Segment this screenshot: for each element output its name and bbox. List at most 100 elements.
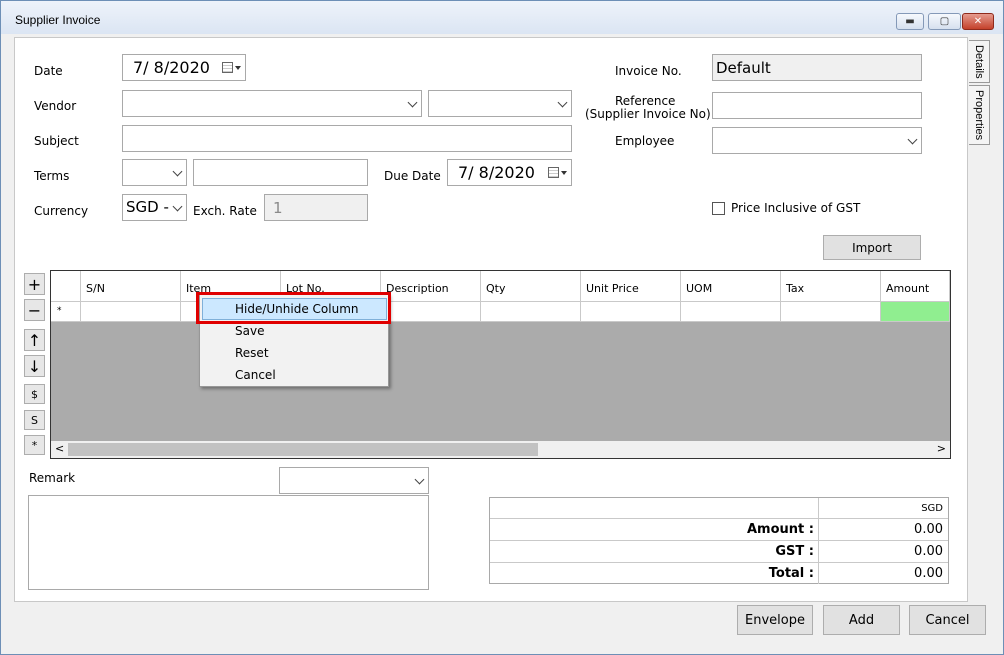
maximize-button[interactable]: ▢: [928, 13, 961, 30]
cancel-button[interactable]: Cancel: [909, 605, 986, 635]
date-picker[interactable]: 7/ 8/2020: [122, 54, 246, 81]
row-header-corner: [51, 271, 81, 302]
chevron-down-icon: [407, 97, 418, 108]
total-value: 0.00: [914, 566, 943, 581]
move-down-button[interactable]: ↓: [24, 355, 45, 377]
arrow-up-icon: ↑: [27, 330, 42, 350]
col-header-unit-price[interactable]: Unit Price: [581, 271, 681, 302]
chevron-down-icon: [172, 166, 183, 177]
remark-label: Remark: [29, 471, 76, 485]
star-button[interactable]: *: [24, 435, 45, 455]
invoice-lines-grid[interactable]: S/N Item Lot No. Description Qty Unit Pr…: [50, 270, 951, 459]
envelope-button[interactable]: Envelope: [737, 605, 813, 635]
terms-label: Terms: [34, 169, 70, 183]
scrollbar-thumb[interactable]: [68, 443, 538, 456]
amount-value: 0.00: [914, 522, 943, 537]
employee-select[interactable]: [712, 127, 922, 154]
date-label: Date: [34, 64, 63, 78]
invoice-no-label: Invoice No.: [615, 64, 682, 78]
close-icon: ✕: [973, 16, 983, 27]
chevron-down-icon: [414, 474, 425, 485]
window-title: Supplier Invoice: [15, 13, 101, 27]
col-header-qty[interactable]: Qty: [481, 271, 581, 302]
col-header-uom[interactable]: UOM: [681, 271, 781, 302]
gst-row: GST : 0.00: [490, 541, 948, 563]
totals-header-blank: [490, 498, 819, 518]
vendor-secondary-select[interactable]: [428, 90, 572, 117]
tab-details-label: Details: [973, 44, 985, 79]
cell-tax[interactable]: [781, 302, 881, 322]
menu-item-reset[interactable]: Reset: [235, 346, 269, 360]
add-row-button[interactable]: +: [24, 273, 45, 295]
terms-select[interactable]: [122, 159, 187, 186]
due-date-value: 7/ 8/2020: [458, 163, 535, 182]
terms-days-input[interactable]: [193, 159, 368, 186]
minus-icon: −: [27, 300, 42, 320]
grid-header: S/N Item Lot No. Description Qty Unit Pr…: [51, 271, 950, 302]
vendor-label: Vendor: [34, 99, 77, 113]
totals-currency: SGD: [921, 502, 943, 514]
calendar-icon: [222, 62, 233, 73]
scroll-right-icon[interactable]: >: [937, 442, 946, 455]
dollar-icon: $: [31, 387, 38, 401]
dropdown-arrow-icon: [561, 171, 567, 175]
horizontal-scrollbar[interactable]: < >: [51, 441, 950, 458]
vendor-select[interactable]: [122, 90, 422, 117]
dropdown-arrow-icon: [235, 66, 241, 70]
minimize-button[interactable]: ▬: [896, 13, 924, 30]
tab-properties-label: Properties: [973, 89, 985, 141]
tab-details[interactable]: Details: [969, 40, 990, 83]
scroll-left-icon[interactable]: <: [55, 442, 64, 455]
menu-item-cancel[interactable]: Cancel: [235, 368, 276, 382]
gst-label: GST :: [490, 541, 819, 562]
subject-label: Subject: [34, 134, 79, 148]
gst-value: 0.00: [914, 544, 943, 559]
date-value: 7/ 8/2020: [133, 58, 210, 77]
reference-input[interactable]: [712, 92, 922, 119]
currency-label: Currency: [34, 204, 89, 218]
cell-description[interactable]: [381, 302, 481, 322]
price-inclusive-checkbox[interactable]: [712, 202, 725, 215]
asterisk-icon: *: [31, 438, 38, 452]
col-header-sn[interactable]: S/N: [81, 271, 181, 302]
add-button[interactable]: Add: [823, 605, 900, 635]
table-row[interactable]: *: [51, 302, 950, 322]
totals-table: SGD Amount : 0.00 GST : 0.00 Total : 0.0…: [489, 497, 949, 584]
col-header-amount[interactable]: Amount: [881, 271, 950, 302]
reference-sublabel: (Supplier Invoice No): [585, 107, 711, 121]
price-button[interactable]: $: [24, 384, 45, 404]
calendar-icon: [548, 167, 559, 178]
cell-amount[interactable]: [881, 302, 950, 322]
menu-item-save[interactable]: Save: [235, 324, 264, 338]
amount-label: Amount :: [490, 519, 819, 540]
cell-uom[interactable]: [681, 302, 781, 322]
chevron-down-icon: [907, 134, 918, 145]
supplier-invoice-window: Supplier Invoice ▬ ▢ ✕ Details Propertie…: [0, 0, 1004, 655]
employee-label: Employee: [615, 134, 675, 148]
subject-input[interactable]: [122, 125, 572, 152]
minimize-icon: ▬: [905, 16, 915, 27]
cell-qty[interactable]: [481, 302, 581, 322]
due-date-picker[interactable]: 7/ 8/2020: [447, 159, 572, 186]
chevron-down-icon: [172, 201, 183, 212]
currency-value: SGD -: [126, 198, 169, 216]
invoice-no-input[interactable]: Default: [712, 54, 922, 81]
s-button[interactable]: S: [24, 410, 45, 430]
exch-rate-input[interactable]: 1: [264, 194, 368, 221]
cell-sn[interactable]: [81, 302, 181, 322]
exch-rate-label: Exch. Rate: [193, 204, 257, 218]
currency-select[interactable]: SGD -: [122, 194, 187, 221]
remark-textarea[interactable]: [28, 495, 429, 590]
tab-properties[interactable]: Properties: [969, 85, 990, 145]
arrow-down-icon: ↓: [27, 356, 42, 376]
col-header-description[interactable]: Description: [381, 271, 481, 302]
maximize-icon: ▢: [939, 16, 950, 27]
move-up-button[interactable]: ↑: [24, 329, 45, 351]
remark-template-select[interactable]: [279, 467, 429, 494]
remove-row-button[interactable]: −: [24, 299, 45, 321]
close-button[interactable]: ✕: [962, 13, 994, 30]
import-button[interactable]: Import: [823, 235, 921, 260]
cell-unit-price[interactable]: [581, 302, 681, 322]
col-header-tax[interactable]: Tax: [781, 271, 881, 302]
due-date-label: Due Date: [384, 169, 441, 183]
